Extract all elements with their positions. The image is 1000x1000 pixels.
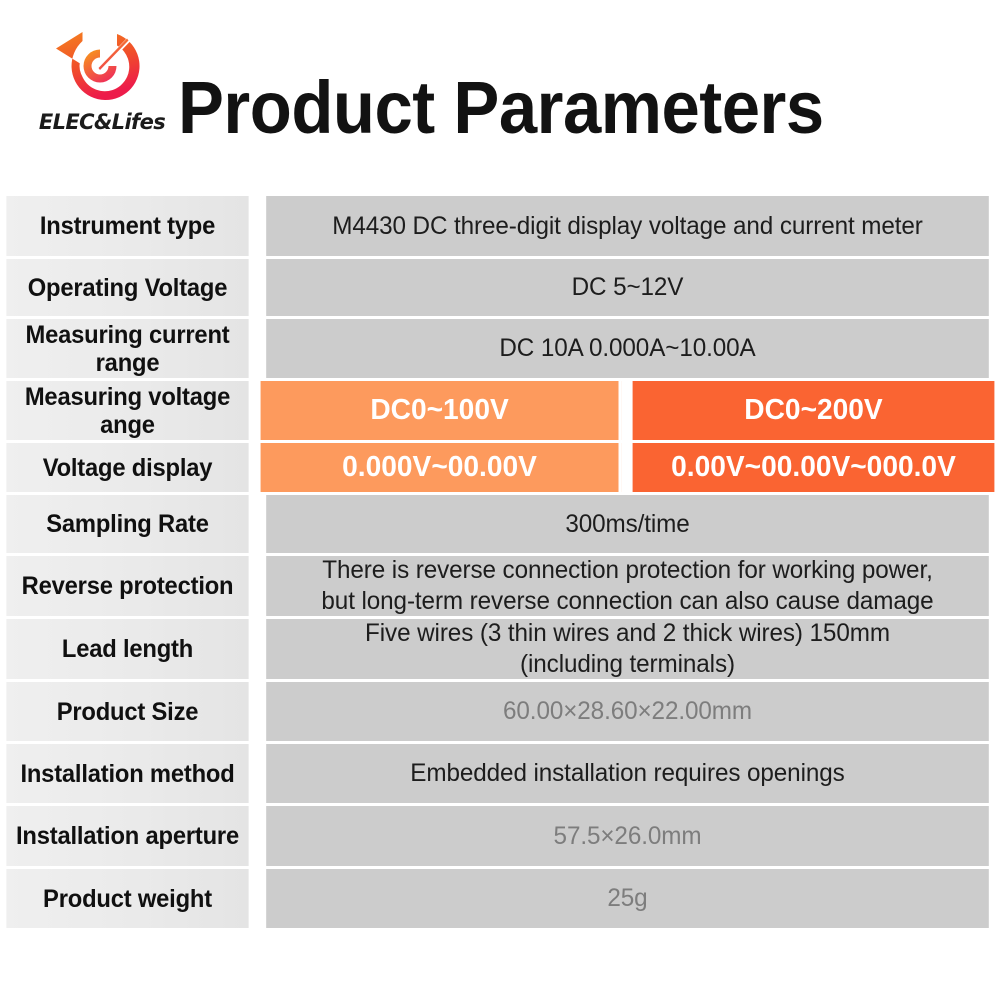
row-label: Product Size: [6, 682, 249, 741]
table-row: Measuring current range DC 10A 0.000A~10…: [0, 319, 1000, 381]
row-value: Five wires (3 thin wires and 2 thick wir…: [266, 619, 989, 679]
page-header: ELEC&Lifes Product Parameters: [0, 0, 1000, 196]
row-value-line-1: Five wires (3 thin wires and 2 thick wir…: [365, 619, 890, 647]
table-row: Product Size 60.00×28.60×22.00mm: [0, 682, 1000, 744]
table-row: Lead length Five wires (3 thin wires and…: [0, 619, 1000, 682]
row-value-display-100v: 0.000V~00.00V: [260, 443, 622, 492]
row-value: 60.00×28.60×22.00mm: [266, 682, 989, 741]
row-label: Voltage display: [6, 443, 249, 492]
table-row-highlighted: Voltage display 0.000V~00.00V 0.00V~00.0…: [0, 443, 1000, 495]
product-parameters-table: Instrument type M4430 DC three-digit dis…: [0, 196, 1000, 931]
row-value-range-100v: DC0~100V: [260, 381, 622, 440]
row-label: Reverse protection: [6, 556, 249, 616]
row-value-line-2: but long-term reverse connection can als…: [321, 587, 934, 615]
row-label: Lead length: [6, 619, 249, 679]
row-value: There is reverse connection protection f…: [266, 556, 989, 616]
table-row: Product weight 25g: [0, 869, 1000, 931]
row-value-line-1: There is reverse connection protection f…: [322, 556, 933, 584]
row-label: Installation aperture: [6, 806, 249, 866]
row-label: Instrument type: [6, 196, 249, 256]
row-label: Measuring voltage ange: [6, 381, 249, 440]
row-value-display-200v: 0.00V~00.00V~000.0V: [632, 443, 995, 492]
row-value: M4430 DC three-digit display voltage and…: [266, 196, 989, 256]
row-label: Product weight: [6, 869, 249, 928]
table-row: Installation aperture 57.5×26.0mm: [0, 806, 1000, 869]
row-value: 300ms/time: [266, 495, 989, 553]
table-row: Operating Voltage DC 5~12V: [0, 259, 1000, 319]
row-value: Embedded installation requires openings: [266, 744, 989, 803]
table-row: Installation method Embedded installatio…: [0, 744, 1000, 806]
row-value-line-2: (including terminals): [520, 650, 735, 678]
row-label: Sampling Rate: [6, 495, 249, 553]
table-row: Sampling Rate 300ms/time: [0, 495, 1000, 556]
row-value-range-200v: DC0~200V: [632, 381, 995, 440]
brand-wordmark: ELEC&Lifes: [38, 110, 166, 134]
table-row: Reverse protection There is reverse conn…: [0, 556, 1000, 619]
row-label: Installation method: [6, 744, 249, 803]
row-value: DC 10A 0.000A~10.00A: [266, 319, 989, 378]
row-value: 57.5×26.0mm: [266, 806, 989, 866]
row-label: Measuring current range: [6, 319, 249, 378]
brand-logo: ELEC&Lifes: [36, 28, 168, 140]
row-value: 25g: [266, 869, 989, 928]
table-row: Instrument type M4430 DC three-digit dis…: [0, 196, 1000, 259]
table-row-highlighted: Measuring voltage ange DC0~100V DC0~200V: [0, 381, 1000, 443]
row-label: Operating Voltage: [6, 259, 249, 316]
elec-lifes-circular-arrow-logo: [48, 28, 152, 110]
row-value: DC 5~12V: [266, 259, 989, 316]
page-title: Product Parameters: [178, 66, 824, 149]
